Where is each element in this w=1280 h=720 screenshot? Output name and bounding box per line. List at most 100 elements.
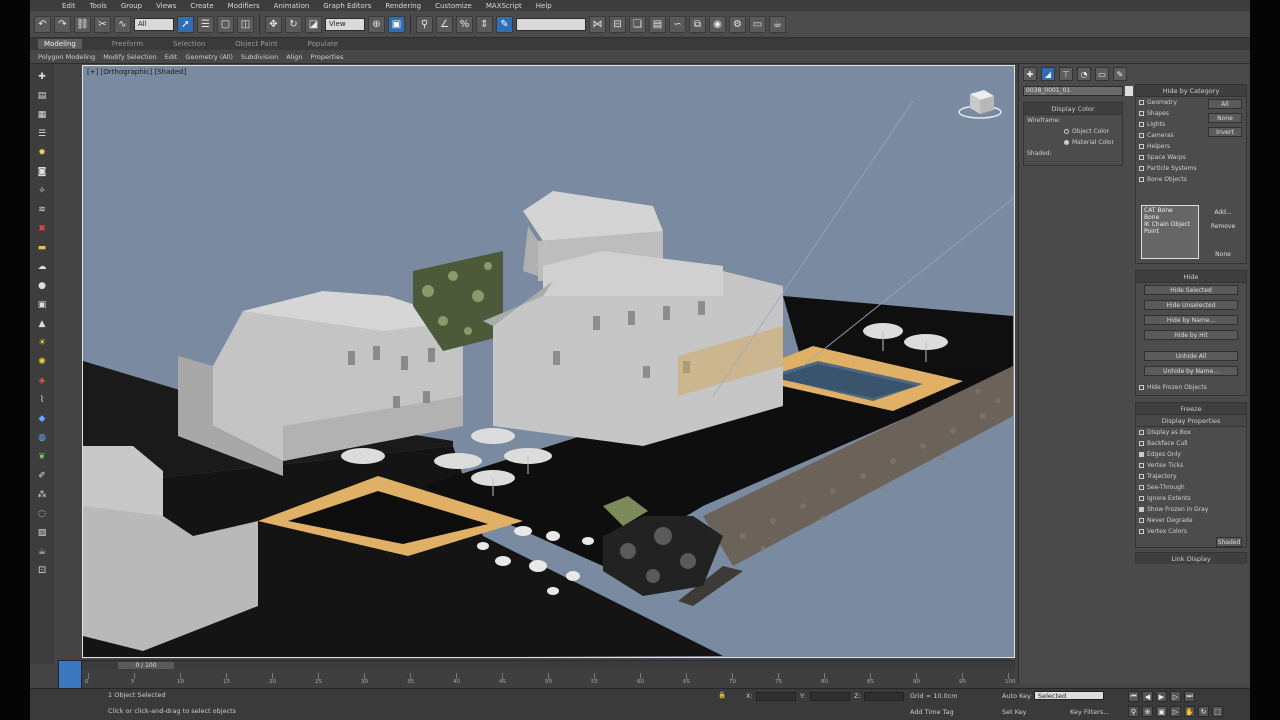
ribbon-panel-properties[interactable]: Properties <box>311 53 344 61</box>
prop-see-through[interactable]: See-Through <box>1136 482 1246 493</box>
list-item[interactable]: Point <box>1144 228 1196 235</box>
menu-item-customize[interactable]: Customize <box>435 2 472 10</box>
ribbon-panel-edit[interactable]: Edit <box>165 53 178 61</box>
object-name-field[interactable]: 0038_0001_01 <box>1023 86 1123 96</box>
paint-icon[interactable]: ✐ <box>35 469 49 483</box>
menu-item-edit[interactable]: Edit <box>62 2 76 10</box>
rollout-title[interactable]: Display Color <box>1024 103 1122 115</box>
percent-snap-icon[interactable]: % <box>456 15 473 33</box>
x-coord-field[interactable] <box>756 692 796 701</box>
sky-icon[interactable]: ◌ <box>35 507 49 521</box>
object-color-swatch[interactable] <box>1125 86 1133 96</box>
menu-item-create[interactable]: Create <box>190 2 213 10</box>
ribbon-panel-modify-selection[interactable]: Modify Selection <box>103 53 157 61</box>
rect-selection-icon[interactable]: ▢ <box>217 15 234 33</box>
wire-object-color-option[interactable]: Object Color <box>1024 126 1122 137</box>
angle-snap-icon[interactable]: ∠ <box>436 15 453 33</box>
link-icon[interactable]: ⛓ <box>74 15 91 33</box>
mini-curve-editor-toggle[interactable] <box>58 660 82 690</box>
snap-3d-icon[interactable]: ⚲ <box>416 15 433 33</box>
edit-named-sel-icon[interactable]: ✎ <box>496 15 513 33</box>
render-production-icon[interactable]: ☕ <box>769 15 786 33</box>
zoom-extents-icon[interactable]: ▣ <box>1156 706 1167 717</box>
wire-material-color-option[interactable]: Material Color <box>1024 137 1122 148</box>
modify-tab-icon[interactable]: ◢ <box>1041 67 1055 81</box>
mirror-icon[interactable]: ⋈ <box>589 15 606 33</box>
menu-item-views[interactable]: Views <box>156 2 176 10</box>
list-item[interactable]: Bone <box>1144 214 1196 221</box>
prop-show-frozen-gray[interactable]: Show Frozen in Gray <box>1136 504 1246 515</box>
rollout-title[interactable]: Freeze <box>1136 403 1246 415</box>
rollout-title[interactable]: Hide by Category <box>1136 85 1246 97</box>
prop-never-degrade[interactable]: Never Degrade <box>1136 515 1246 526</box>
plugin-icon[interactable]: ⚀ <box>35 564 49 578</box>
selection-filter-dropdown[interactable]: All <box>134 17 174 31</box>
ref-coord-dropdown[interactable]: View <box>325 17 365 31</box>
zoom-icon[interactable]: ⚲ <box>1128 706 1139 717</box>
menu-item-maxscript[interactable]: MAXScript <box>486 2 522 10</box>
selected-dropdown[interactable]: Selected <box>1034 691 1104 700</box>
render-setup-icon[interactable]: ⚙ <box>729 15 746 33</box>
add-time-tag[interactable]: Add Time Tag <box>910 708 954 716</box>
folder-icon[interactable]: ▬ <box>35 241 49 255</box>
none-button[interactable]: None <box>1208 113 1242 123</box>
utilities-tab-icon[interactable]: ✎ <box>1113 67 1127 81</box>
render-icon[interactable]: ▧ <box>35 526 49 540</box>
fov-icon[interactable]: ▷ <box>1170 706 1181 717</box>
light-icon[interactable]: ✹ <box>35 146 49 160</box>
camera-icon[interactable]: ◙ <box>35 165 49 179</box>
list-none-button[interactable]: None <box>1204 249 1242 259</box>
ribbon-panel-align[interactable]: Align <box>286 53 302 61</box>
unhide-all-button[interactable]: Unhide All <box>1144 351 1238 361</box>
go-to-start-icon[interactable]: ⏮ <box>1128 691 1139 702</box>
teapot-icon[interactable]: ☕ <box>35 545 49 559</box>
prop-backface-cull[interactable]: Backface Cull <box>1136 438 1246 449</box>
select-by-name-icon[interactable]: ☰ <box>197 15 214 33</box>
prop-ignore-extents[interactable]: Ignore Extents <box>1136 493 1246 504</box>
hierarchy-tab-icon[interactable]: ⊤ <box>1059 67 1073 81</box>
motion-tab-icon[interactable]: ◔ <box>1077 67 1091 81</box>
material-editor-icon[interactable]: ◉ <box>709 15 726 33</box>
unlink-icon[interactable]: ✂ <box>94 15 111 33</box>
tab-selection[interactable]: Selection <box>173 40 205 48</box>
prop-vertex-colors[interactable]: Vertex Colors <box>1136 526 1246 537</box>
window-crossing-icon[interactable]: ◫ <box>237 15 254 33</box>
tab-freeform[interactable]: Freeform <box>112 40 143 48</box>
scatter-icon[interactable]: ⁂ <box>35 488 49 502</box>
invert-button[interactable]: Invert <box>1208 127 1242 137</box>
bulb-icon[interactable]: ✺ <box>35 355 49 369</box>
move-icon[interactable]: ✥ <box>265 15 282 33</box>
curve-editor-icon[interactable]: ∽ <box>669 15 686 33</box>
cone-icon[interactable]: ▲ <box>35 317 49 331</box>
next-frame-icon[interactable]: ▷ <box>1170 691 1181 702</box>
spinner-snap-icon[interactable]: ⇕ <box>476 15 493 33</box>
menu-item-help[interactable]: Help <box>536 2 552 10</box>
list-icon[interactable]: ☰ <box>35 127 49 141</box>
scene-explorer-icon[interactable]: ▤ <box>649 15 666 33</box>
menu-item-modifiers[interactable]: Modifiers <box>228 2 260 10</box>
rollout-title[interactable]: Hide <box>1136 271 1246 283</box>
category-space-warps[interactable]: Space Warps <box>1136 152 1246 163</box>
auto-key-label[interactable]: Auto Key <box>1002 692 1031 700</box>
system-icon[interactable]: ✖ <box>35 222 49 236</box>
list-item[interactable]: CAT Bone <box>1144 207 1196 214</box>
hide-frozen-option[interactable]: Hide Frozen Objects <box>1136 382 1207 393</box>
display-tab-icon[interactable]: ▭ <box>1095 67 1109 81</box>
sun-icon[interactable]: ☀ <box>35 336 49 350</box>
ribbon-panel-polygon-modeling[interactable]: Polygon Modeling <box>38 53 95 61</box>
hide-by-hit-button[interactable]: Hide by Hit <box>1144 330 1238 340</box>
time-slider-thumb[interactable]: 0 / 100 <box>118 662 174 669</box>
category-list[interactable]: CAT Bone Bone IK Chain Object Point <box>1141 205 1199 259</box>
create-tab-icon[interactable]: ✚ <box>1023 67 1037 81</box>
material-icon[interactable]: ◈ <box>35 374 49 388</box>
hide-by-name-button[interactable]: Hide by Name... <box>1144 315 1238 325</box>
prop-edges-only[interactable]: Edges Only <box>1136 449 1246 460</box>
z-coord-field[interactable] <box>864 692 904 701</box>
select-manipulate-icon[interactable]: ▣ <box>388 15 405 33</box>
prop-trajectory[interactable]: Trajectory <box>1136 471 1246 482</box>
category-helpers[interactable]: Helpers <box>1136 141 1246 152</box>
hide-selected-button[interactable]: Hide Selected <box>1144 285 1238 295</box>
rotate-icon[interactable]: ↻ <box>285 15 302 33</box>
prop-vertex-ticks[interactable]: Vertex Ticks <box>1136 460 1246 471</box>
tab-modeling[interactable]: Modeling <box>38 39 82 49</box>
